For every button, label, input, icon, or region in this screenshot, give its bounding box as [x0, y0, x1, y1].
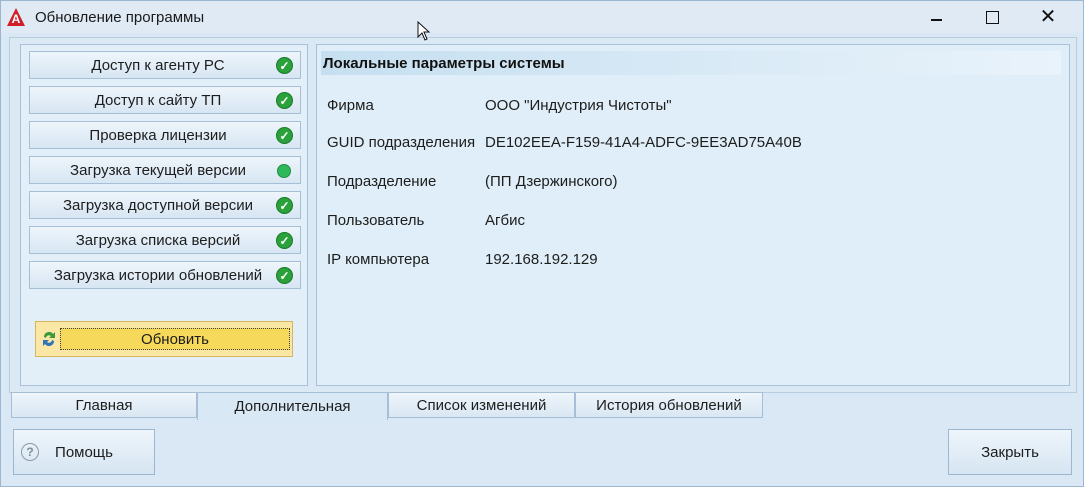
check-icon: ✓: [276, 127, 293, 144]
status-item-label: Доступ к сайту ТП: [94, 91, 222, 109]
title-bar[interactable]: A Обновление программы ✕: [1, 1, 1083, 33]
param-value-user: Агбис: [485, 212, 525, 229]
close-icon: ✕: [1039, 6, 1057, 28]
status-item-site-access[interactable]: Доступ к сайту ТП ✓: [29, 86, 301, 114]
param-value-firm: ООО "Индустрия Чистоты": [485, 97, 672, 114]
close-button-label: Закрыть: [981, 443, 1039, 461]
tab-content: Доступ к агенту РС ✓ Доступ к сайту ТП ✓…: [9, 37, 1077, 393]
refresh-icon: [43, 332, 55, 346]
refresh-button[interactable]: Обновить: [35, 321, 293, 357]
check-icon: ✓: [276, 197, 293, 214]
maximize-button[interactable]: [969, 1, 1015, 33]
status-item-label: Доступ к агенту РС: [91, 56, 225, 74]
status-item-label: Загрузка текущей версии: [70, 161, 246, 179]
minimize-button[interactable]: [913, 1, 959, 33]
check-icon: ✓: [276, 92, 293, 109]
params-title: Локальные параметры системы: [321, 51, 1061, 75]
close-window-button[interactable]: ✕: [1025, 1, 1071, 33]
param-label-firm: Фирма: [327, 97, 374, 114]
param-value-division: (ПП Дзержинского): [485, 173, 618, 190]
check-icon: ✓: [276, 267, 293, 284]
status-item-version-list[interactable]: Загрузка списка версий ✓: [29, 226, 301, 254]
param-label-division: Подразделение: [327, 173, 437, 190]
status-item-label: Загрузка списка версий: [75, 231, 241, 249]
param-value-guid: DE102EEA-F159-41A4-ADFC-9EE3AD75A40B: [485, 134, 802, 151]
mouse-cursor-icon: [417, 21, 431, 41]
param-label-user: Пользователь: [327, 212, 425, 229]
param-value-ip: 192.168.192.129: [485, 251, 598, 268]
tab-changelog[interactable]: Список изменений: [388, 392, 575, 418]
param-label-ip: IP компьютера: [327, 251, 430, 268]
tab-main[interactable]: Главная: [11, 392, 197, 418]
refresh-button-label: Обновить: [60, 328, 290, 350]
maximize-icon: [985, 10, 999, 24]
check-icon: ✓: [276, 57, 293, 74]
tab-update-history[interactable]: История обновлений: [575, 392, 763, 418]
help-button-label: Помощь: [55, 443, 113, 461]
check-icon: ✓: [276, 232, 293, 249]
minimize-icon: [930, 19, 942, 21]
status-item-available-version[interactable]: Загрузка доступной версии ✓: [29, 191, 301, 219]
question-icon: ?: [21, 443, 39, 461]
params-panel: Локальные параметры системы Фирма ООО "И…: [316, 44, 1070, 386]
window-title: Обновление программы: [35, 9, 205, 26]
close-button[interactable]: Закрыть: [948, 429, 1072, 475]
status-item-label: Загрузка истории обновлений: [53, 266, 263, 284]
status-item-label: Загрузка доступной версии: [63, 196, 253, 214]
app-logo-icon: A: [7, 8, 25, 26]
update-window: A Обновление программы ✕ Доступ к агенту…: [0, 0, 1084, 487]
status-item-agent-access[interactable]: Доступ к агенту РС ✓: [29, 51, 301, 79]
help-button[interactable]: ? Помощь: [13, 429, 155, 475]
param-label-guid: GUID подразделения: [327, 134, 476, 151]
status-item-license-check[interactable]: Проверка лицензии ✓: [29, 121, 301, 149]
status-item-label: Проверка лицензии: [89, 126, 227, 144]
status-item-update-history[interactable]: Загрузка истории обновлений ✓: [29, 261, 301, 289]
status-panel: Доступ к агенту РС ✓ Доступ к сайту ТП ✓…: [20, 44, 308, 386]
green-dot-icon: [277, 164, 291, 178]
status-item-current-version[interactable]: Загрузка текущей версии: [29, 156, 301, 184]
tab-additional[interactable]: Дополнительная: [197, 392, 388, 420]
